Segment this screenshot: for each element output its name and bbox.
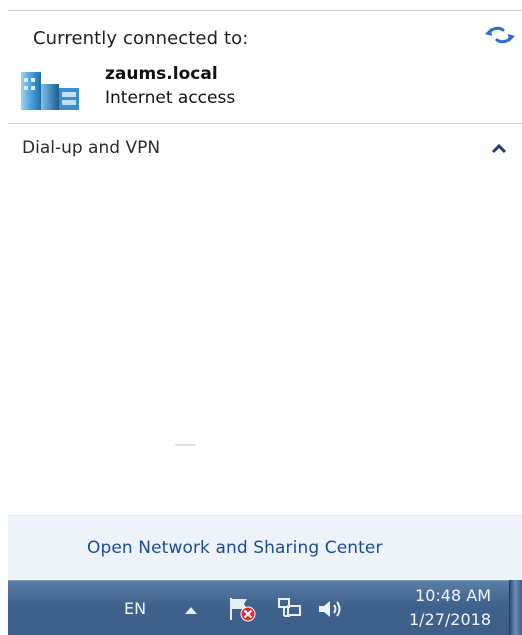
chevron-up-icon[interactable] <box>490 141 508 155</box>
network-tray-icon[interactable] <box>276 596 304 622</box>
network-flyout: Currently connected to: zaums.local Inte… <box>0 0 522 635</box>
empty-list-indicator <box>175 444 196 446</box>
section-divider <box>8 123 522 124</box>
currently-connected-label: Currently connected to: <box>33 28 249 49</box>
show-desktop-button[interactable] <box>509 580 522 635</box>
clock-time[interactable]: 10:48 AM <box>393 586 491 605</box>
top-border <box>8 10 522 11</box>
network-name[interactable]: zaums.local <box>105 64 218 84</box>
dialup-vpn-section-label[interactable]: Dial-up and VPN <box>22 138 160 158</box>
network-domain-icon <box>21 72 79 110</box>
clock-date[interactable]: 1/27/2018 <box>393 610 491 629</box>
open-network-sharing-center-link[interactable]: Open Network and Sharing Center <box>87 538 383 558</box>
volume-icon[interactable] <box>316 597 346 621</box>
show-hidden-icons-arrow[interactable] <box>184 605 198 615</box>
network-status: Internet access <box>105 88 236 108</box>
language-indicator[interactable]: EN <box>124 599 146 618</box>
action-center-flag-icon[interactable] <box>227 595 257 623</box>
refresh-icon[interactable] <box>483 24 517 46</box>
